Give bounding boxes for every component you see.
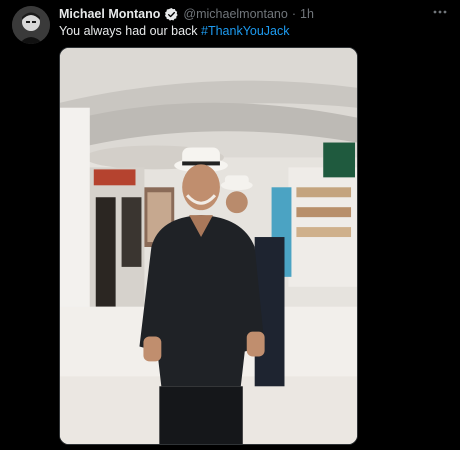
more-horizontal-icon[interactable] — [432, 6, 448, 18]
tweet-header: Michael Montano @michaelmontano · 1h — [59, 6, 314, 22]
tweet-photo[interactable] — [59, 47, 358, 445]
separator-dot: · — [291, 7, 296, 21]
author-name[interactable]: Michael Montano — [59, 7, 160, 21]
verified-badge-icon — [164, 7, 179, 22]
hashtag-link[interactable]: #ThankYouJack — [201, 24, 290, 38]
timestamp[interactable]: 1h — [300, 7, 314, 21]
tweet-text-plain: You always had our back — [59, 24, 201, 38]
author-handle[interactable]: @michaelmontano — [183, 7, 287, 21]
avatar[interactable] — [12, 6, 50, 44]
tweet[interactable]: Michael Montano @michaelmontano · 1h You… — [0, 0, 460, 450]
tweet-text: You always had our back #ThankYouJack — [59, 24, 290, 38]
